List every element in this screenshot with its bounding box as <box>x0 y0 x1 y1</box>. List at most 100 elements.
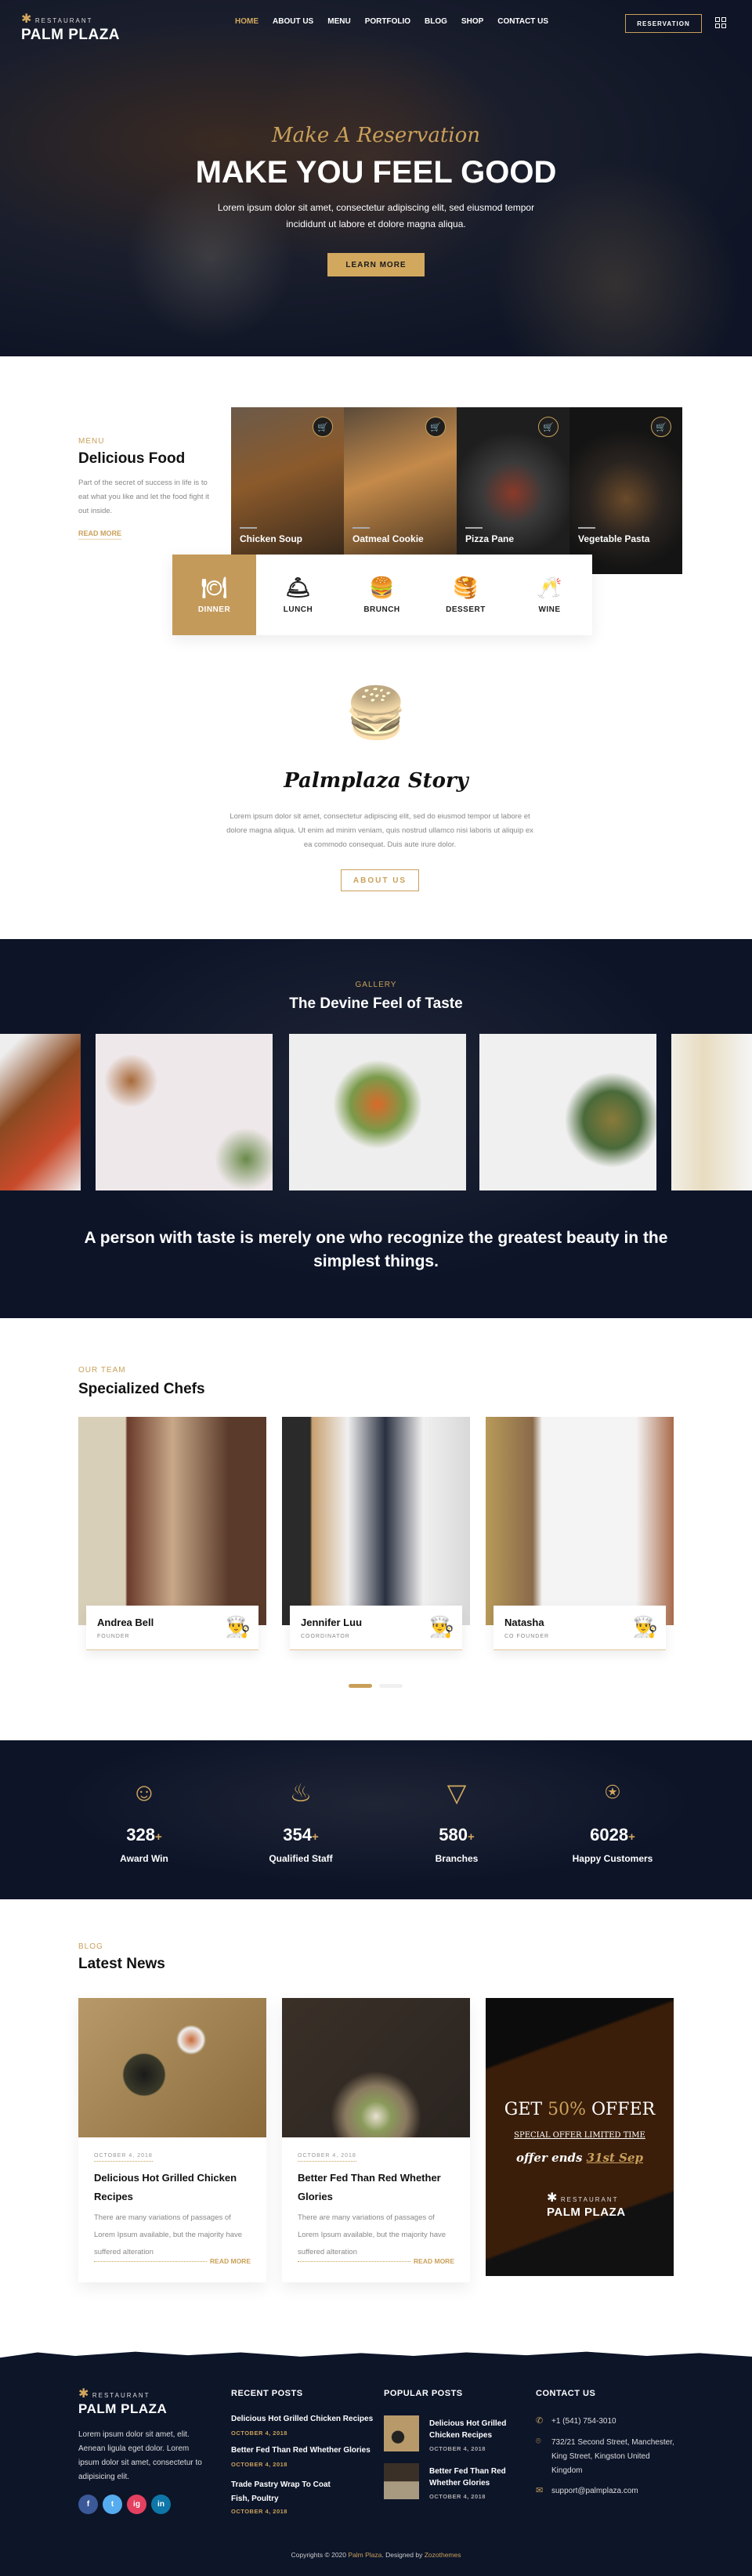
palm-icon: ✱ <box>21 13 32 26</box>
gallery-title: The Devine Feel of Taste <box>289 995 463 1012</box>
chef-icon: ☺ <box>131 1778 157 1806</box>
contact-heading: CONTACT US <box>536 2389 596 2398</box>
twitter-icon[interactable]: t <box>103 2495 122 2514</box>
post-thumbnail[interactable] <box>384 2415 419 2451</box>
cart-icon[interactable]: 🛒 <box>313 417 333 437</box>
burger-icon: 🍔 <box>369 576 395 599</box>
team-label: OUR TEAM <box>78 1366 126 1375</box>
recent-post-link[interactable]: Better Fed Than Red Whether Glories <box>231 2446 371 2455</box>
food-item[interactable]: 🛒 Pizza Pane <box>457 407 569 555</box>
learn-more-button[interactable]: LEARN MORE <box>327 253 425 276</box>
main-nav: HOME ABOUT US MENU PORTFOLIO BLOG SHOP C… <box>235 17 548 26</box>
recent-post-link[interactable]: Trade Pastry Wrap To Coat Fish, Poultry <box>231 2478 349 2506</box>
linkedin-icon[interactable]: in <box>151 2495 171 2514</box>
grid-icon[interactable] <box>715 17 726 28</box>
popular-post-link[interactable]: Delicious Hot Grilled Chicken Recipes <box>429 2418 508 2441</box>
team-title: Specialized Chefs <box>78 1381 205 1397</box>
stat-item: ♨ 354+ Qualified Staff <box>222 1778 379 1864</box>
promo-banner[interactable]: GET 50% OFFER SPECIAL OFFER LIMITED TIME… <box>486 1998 674 2276</box>
gallery-image[interactable] <box>479 1034 656 1190</box>
cart-icon[interactable]: 🛒 <box>425 417 446 437</box>
contact-address: 732/21 Second Street, Manchester, King S… <box>551 2438 674 2475</box>
popular-posts-heading: POPULAR POSTS <box>384 2389 463 2398</box>
blog-card[interactable]: OCTOBER 4, 2018 Delicious Hot Grilled Ch… <box>78 1998 266 2282</box>
category-dinner[interactable]: 🍽 DINNER <box>172 555 256 635</box>
nav-portfolio[interactable]: PORTFOLIO <box>365 17 410 26</box>
chef-icon: 👨‍🍳 <box>632 1615 658 1638</box>
location-icon: ⌾ <box>536 2437 541 2446</box>
stat-item: ⍟ 6028+ Happy Customers <box>534 1778 691 1864</box>
about-us-button[interactable]: ABOUT US <box>341 869 419 891</box>
menu-text: Part of the secret of success in life is… <box>78 479 209 515</box>
cloche-icon: 🛎 <box>284 576 312 599</box>
menu-label: MENU <box>78 437 105 446</box>
nav-shop[interactable]: SHOP <box>461 17 483 26</box>
hero-text-1: Lorem ipsum dolor sit amet, consectetur … <box>217 202 535 213</box>
copyright: Copyrights © 2020 Palm Plaza. Designed b… <box>291 2551 461 2559</box>
hero-script: Make A Reservation <box>271 124 481 147</box>
gallery-image[interactable] <box>289 1034 466 1190</box>
category-brunch[interactable]: 🍔 BRUNCH <box>340 555 424 635</box>
nav-contact[interactable]: CONTACT US <box>497 17 548 26</box>
blog-label: BLOG <box>78 1942 103 1951</box>
chef-icon: 👨‍🍳 <box>428 1615 454 1638</box>
footer-about: Lorem ipsum dolor sit amet, elit. Aenean… <box>78 2430 202 2481</box>
gallery-image[interactable] <box>96 1034 273 1190</box>
phone-icon: ✆ <box>536 2416 544 2426</box>
menu-categories: 🍽 DINNER 🛎 LUNCH 🍔 BRUNCH 🥞 DESSERT 🥂 WINE <box>172 555 592 635</box>
promo-logo: ✱ RESTAURANT PALM PLAZA <box>547 2191 626 2219</box>
blog-title: Latest News <box>78 1956 165 1972</box>
category-dessert[interactable]: 🥞 DESSERT <box>424 555 508 635</box>
hero-text-2: incididunt ut labore et dolore magna ali… <box>286 219 466 229</box>
chef-card[interactable]: Andrea Bell FOUNDER 👨‍🍳 <box>78 1417 266 1650</box>
reservation-button[interactable]: RESERVATION <box>625 14 702 33</box>
hero-title: MAKE YOU FEEL GOOD <box>195 155 557 190</box>
read-more-link[interactable]: READ MORE <box>410 2257 454 2265</box>
blog-card[interactable]: OCTOBER 4, 2018 Better Fed Than Red Whet… <box>282 1998 470 2282</box>
burger-illustration-icon: 🍔 <box>345 685 407 741</box>
slider-dot[interactable] <box>379 1684 403 1688</box>
food-basket-icon: ♨ <box>289 1779 313 1807</box>
nav-about[interactable]: ABOUT US <box>273 17 313 26</box>
food-item[interactable]: 🛒 Vegetable Pasta <box>569 407 682 574</box>
nav-menu[interactable]: MENU <box>327 17 350 26</box>
menu-read-more[interactable]: READ MORE <box>78 529 122 540</box>
chef-card[interactable]: Jennifer Luu COORDINATOR 👨‍🍳 <box>282 1417 470 1650</box>
story-title: Palmplaza Story <box>284 769 468 793</box>
dinner-icon: 🍽 <box>201 576 228 599</box>
nav-home[interactable]: HOME <box>235 17 258 26</box>
menu-title: Delicious Food <box>78 450 186 467</box>
popular-post-link[interactable]: Better Fed Than Red Whether Glories <box>429 2466 508 2489</box>
slider-dot-active[interactable] <box>349 1684 372 1688</box>
read-more-link[interactable]: READ MORE <box>207 2257 251 2265</box>
nav-blog[interactable]: BLOG <box>425 17 447 26</box>
logo[interactable]: ✱ RESTAURANT PALM PLAZA <box>21 11 120 44</box>
chef-card[interactable]: Natasha CO FOUNDER 👨‍🍳 <box>486 1417 674 1650</box>
hero-section: ✱ RESTAURANT PALM PLAZA HOME ABOUT US ME… <box>0 0 752 356</box>
recent-posts-heading: RECENT POSTS <box>231 2389 303 2398</box>
post-date: OCTOBER 4, 2018 <box>298 2153 356 2162</box>
footer-logo[interactable]: ✱ RESTAURANT PALM PLAZA <box>78 2386 167 2417</box>
instagram-icon[interactable]: ig <box>127 2495 146 2514</box>
gallery-image[interactable] <box>0 1034 81 1190</box>
stat-item: ▽ 580+ Branches <box>378 1778 535 1864</box>
contact-phone[interactable]: +1 (541) 754-3010 <box>551 2415 616 2429</box>
recent-post-link[interactable]: Delicious Hot Grilled Chicken Recipes <box>231 2415 373 2423</box>
post-title[interactable]: Delicious Hot Grilled Chicken Recipes <box>94 2169 251 2206</box>
category-wine[interactable]: 🥂 WINE <box>508 555 591 635</box>
chef-icon: 👨‍🍳 <box>225 1615 251 1638</box>
food-item[interactable]: 🛒 Oatmeal Cookie <box>344 407 457 555</box>
post-title[interactable]: Better Fed Than Red Whether Glories <box>298 2169 454 2206</box>
cart-icon[interactable]: 🛒 <box>651 417 671 437</box>
story-text: Lorem ipsum dolor sit amet, consectetur … <box>226 812 533 849</box>
food-item[interactable]: 🛒 Chicken Soup <box>231 407 344 555</box>
post-date: OCTOBER 4, 2018 <box>94 2153 153 2162</box>
facebook-icon[interactable]: f <box>78 2495 98 2514</box>
plate-icon: ⍟ <box>605 1778 620 1806</box>
cart-icon[interactable]: 🛒 <box>538 417 559 437</box>
category-lunch[interactable]: 🛎 LUNCH <box>256 555 340 635</box>
pizza-icon: ▽ <box>446 1779 467 1807</box>
gallery-image[interactable] <box>671 1034 752 1190</box>
contact-email[interactable]: support@palmplaza.com <box>551 2484 638 2498</box>
post-thumbnail[interactable] <box>384 2463 419 2499</box>
